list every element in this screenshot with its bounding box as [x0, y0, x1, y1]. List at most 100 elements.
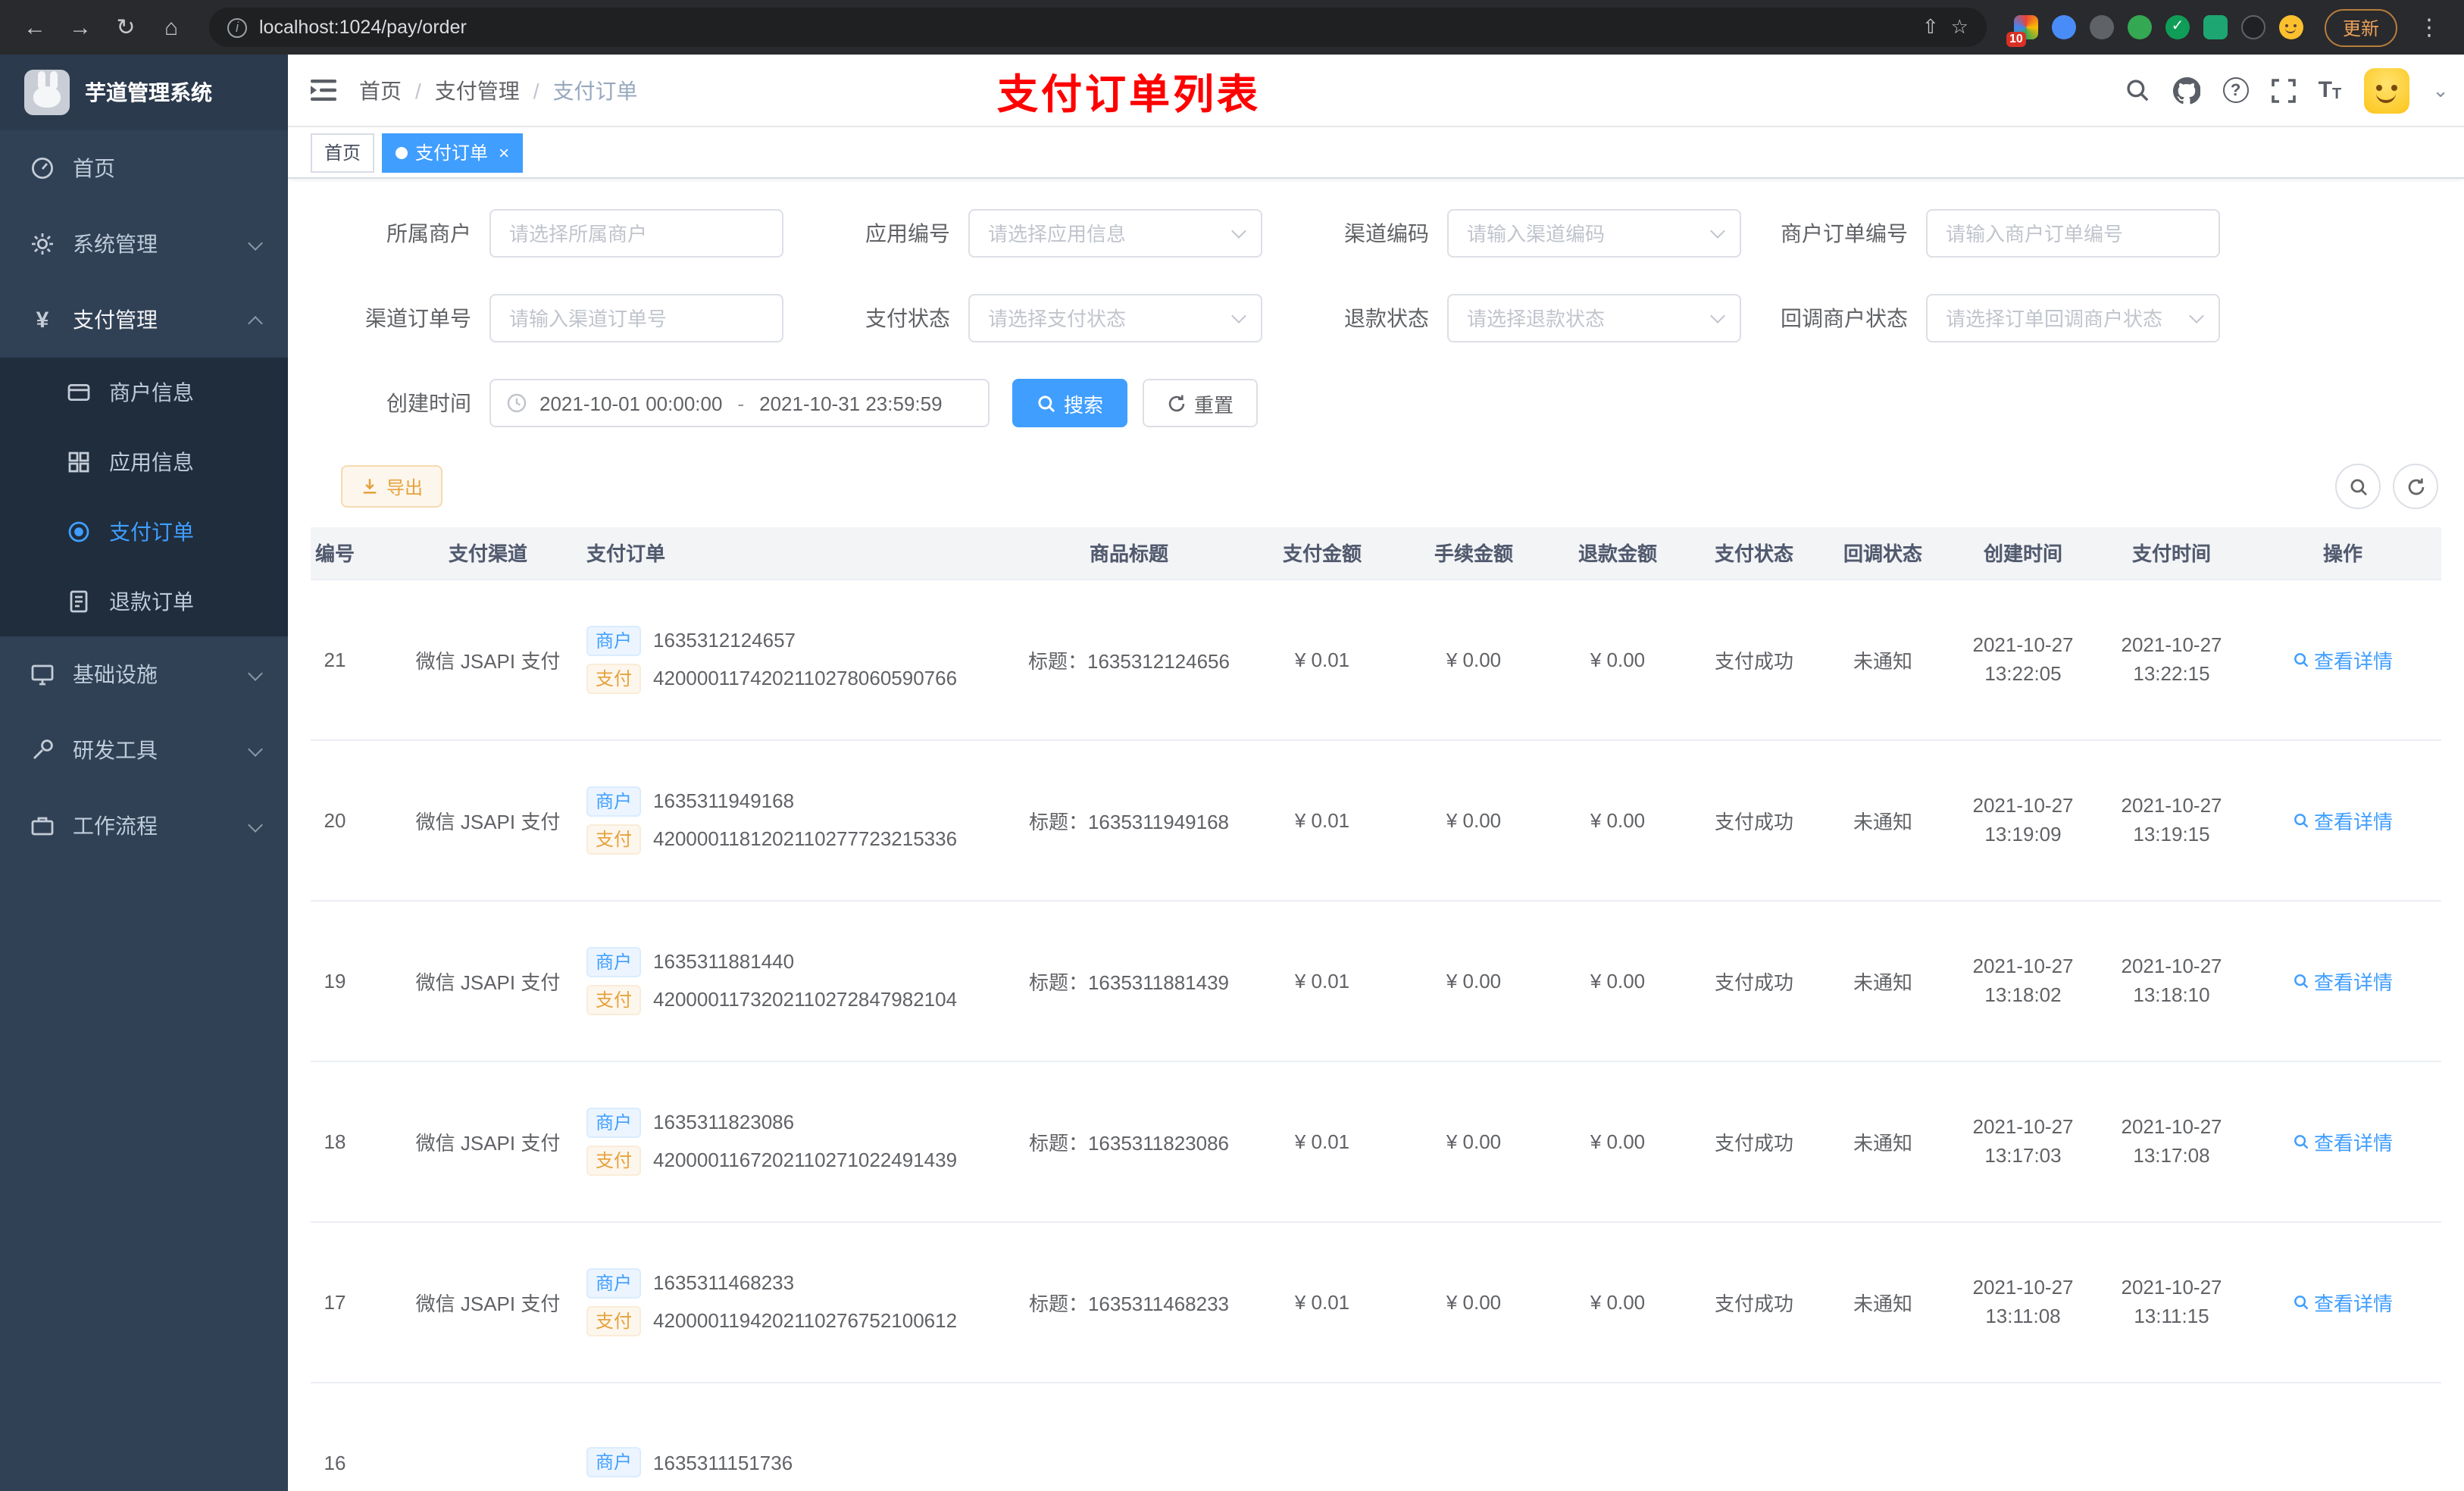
- close-icon[interactable]: ×: [499, 142, 509, 163]
- sidebar-item-merchant-info[interactable]: 商户信息: [0, 358, 288, 427]
- check-icon: ✓: [2171, 18, 2184, 35]
- merchant-input[interactable]: [489, 209, 783, 258]
- refund-status-select[interactable]: [1447, 294, 1741, 342]
- home-icon[interactable]: ⌂: [152, 8, 191, 47]
- notify-status-select[interactable]: [1926, 294, 2220, 342]
- pay-tag: 支付: [586, 824, 642, 854]
- toggle-search-button[interactable]: [2335, 464, 2381, 509]
- cell-id: 18: [311, 1061, 405, 1222]
- breadcrumb-pay[interactable]: 支付管理: [435, 75, 520, 105]
- table-row: 17 微信 JSAPI 支付 商户 1635311468233 支付 4200001…: [311, 1221, 2441, 1383]
- col-channel: 支付渠道: [405, 527, 571, 580]
- col-created: 创建时间: [1947, 527, 2099, 580]
- cell-paid: 2021-10-27 13:11:15: [2099, 1221, 2244, 1383]
- main: 首页 / 支付管理 / 支付订单 支付订单列表 ? T T ⌄ 首页 支付订单 …: [288, 55, 2464, 1491]
- site-info-icon[interactable]: i: [227, 17, 247, 37]
- search-button-label: 搜索: [1064, 393, 1104, 416]
- cell-order: 商户 1635312124657 支付 4200001174202110278060…: [571, 579, 1015, 740]
- github-icon[interactable]: [2172, 77, 2200, 104]
- extension-icon[interactable]: [2089, 15, 2114, 39]
- table-header-row: 编号 支付渠道 支付订单 商品标题 支付金额 手续金额 退款金额 支付状态 回调…: [311, 527, 2441, 580]
- share-icon[interactable]: ⇧: [1922, 15, 1939, 39]
- reload-icon[interactable]: ↻: [106, 8, 145, 47]
- date-end[interactable]: 2021-10-31 23:59:59: [759, 392, 942, 414]
- extension-icon[interactable]: [2203, 15, 2228, 39]
- view-detail-link[interactable]: 查看详情: [2293, 805, 2393, 834]
- cell-created: 2021-10-27 13:19:09: [1947, 739, 2099, 901]
- chrome-update-button[interactable]: 更新: [2324, 8, 2397, 46]
- filter-merchant: 所属商户: [311, 209, 783, 258]
- sidebar-item-dev-tools[interactable]: 研发工具: [0, 712, 288, 788]
- view-detail-link[interactable]: 查看详情: [2293, 645, 2393, 674]
- view-detail-link[interactable]: 查看详情: [2293, 1287, 2393, 1316]
- table-row: 16 商户 1635311151736: [311, 1382, 2441, 1491]
- tag-pay-order[interactable]: 支付订单 ×: [382, 133, 524, 172]
- col-amount: 支付金额: [1243, 527, 1402, 580]
- back-icon[interactable]: ←: [15, 8, 55, 47]
- extension-icon[interactable]: [2051, 15, 2076, 39]
- pay-status-select[interactable]: [968, 294, 1262, 342]
- sidebar-item-pay-order[interactable]: 支付订单: [0, 497, 288, 567]
- kebab-menu-icon[interactable]: ⋮: [2409, 8, 2449, 47]
- sidebar-item-label: 退款订单: [109, 589, 194, 614]
- cell-refund: ¥ 0.00: [1546, 739, 1690, 901]
- channel-code-select[interactable]: [1447, 209, 1741, 258]
- merchant-no: 1635311881440: [653, 950, 795, 973]
- sidebar: 芋道管理系统 首页 系统管理 ¥ 支付管理 商户信息 应用信息 支付订单 退款订…: [0, 55, 288, 1491]
- refresh-button[interactable]: [2393, 464, 2438, 509]
- cell-amount: ¥ 0.01: [1243, 739, 1402, 901]
- reset-button-label: 重置: [1194, 393, 1234, 416]
- logo[interactable]: 芋道管理系统: [0, 55, 288, 130]
- cell-status: 支付成功: [1690, 900, 1818, 1061]
- sidebar-item-home[interactable]: 首页: [0, 130, 288, 206]
- caret-down-icon[interactable]: ⌄: [2432, 78, 2449, 102]
- tag-label: 首页: [324, 142, 361, 164]
- address-bar[interactable]: i localhost:1024/pay/order ⇧ ☆: [209, 8, 1987, 47]
- sidebar-item-pay[interactable]: ¥ 支付管理: [0, 282, 288, 358]
- navbar-actions: ? TT ⌄: [2125, 67, 2449, 113]
- search-button[interactable]: 搜索: [1012, 379, 1128, 427]
- screen: ← → ↻ ⌂ i localhost:1024/pay/order ⇧ ☆ 1…: [0, 0, 2464, 1491]
- col-fee: 手续金额: [1402, 527, 1546, 580]
- view-detail-link[interactable]: 查看详情: [2293, 1127, 2393, 1155]
- breadcrumb-home[interactable]: 首页: [359, 75, 402, 105]
- extension-icon[interactable]: ✓: [2165, 15, 2190, 39]
- channel-order-no-input[interactable]: [489, 294, 783, 342]
- sidebar-item-refund-order[interactable]: 退款订单: [0, 567, 288, 636]
- extension-icon[interactable]: [2127, 15, 2152, 39]
- cell-channel: 微信 JSAPI 支付: [405, 579, 571, 740]
- avatar[interactable]: [2364, 67, 2410, 113]
- filter-label: 渠道订单号: [365, 306, 471, 330]
- forward-icon[interactable]: →: [61, 8, 100, 47]
- date-separator: -: [737, 392, 745, 414]
- extension-icon[interactable]: [2240, 15, 2265, 39]
- cell-amount: [1243, 1382, 1402, 1491]
- tag-home[interactable]: 首页: [311, 133, 375, 172]
- sidebar-item-workflow[interactable]: 工作流程: [0, 788, 288, 864]
- extensions-bar: 10 ✓: [2006, 15, 2303, 47]
- merchant-order-no-input[interactable]: [1926, 209, 2220, 258]
- sidebar-item-system[interactable]: 系统管理: [0, 206, 288, 282]
- date-start[interactable]: 2021-10-01 00:00:00: [539, 392, 722, 414]
- help-icon[interactable]: ?: [2222, 77, 2249, 103]
- font-size-icon[interactable]: TT: [2319, 77, 2342, 103]
- cell-order: 商户 1635311468233 支付 4200001194202110276752…: [571, 1221, 1015, 1383]
- search-icon[interactable]: [2125, 77, 2150, 103]
- export-button[interactable]: 导出: [341, 465, 443, 508]
- sidebar-item-app-info[interactable]: 应用信息: [0, 427, 288, 497]
- title-prefix: 标题：: [1027, 649, 1087, 672]
- fullscreen-icon[interactable]: [2271, 78, 2296, 102]
- table-row: 21 微信 JSAPI 支付 商户 1635312124657 支付 4200001…: [311, 579, 2441, 740]
- hamburger-icon[interactable]: [288, 79, 359, 102]
- reset-button[interactable]: 重置: [1143, 379, 1259, 427]
- bookmark-star-icon[interactable]: ☆: [1951, 15, 1968, 39]
- cell-action: 查看详情: [2244, 739, 2441, 901]
- url-text[interactable]: localhost:1024/pay/order: [259, 17, 1910, 38]
- emoji-extension-icon[interactable]: [2278, 15, 2303, 39]
- date-range-picker[interactable]: 2021-10-01 00:00:00 - 2021-10-31 23:59:5…: [489, 379, 990, 427]
- sidebar-item-infra[interactable]: 基础设施: [0, 636, 288, 712]
- view-detail-link[interactable]: 查看详情: [2293, 966, 2393, 995]
- extension-icon[interactable]: 10: [2006, 15, 2038, 47]
- cell-id: 17: [311, 1221, 405, 1383]
- app-id-select[interactable]: [968, 209, 1262, 258]
